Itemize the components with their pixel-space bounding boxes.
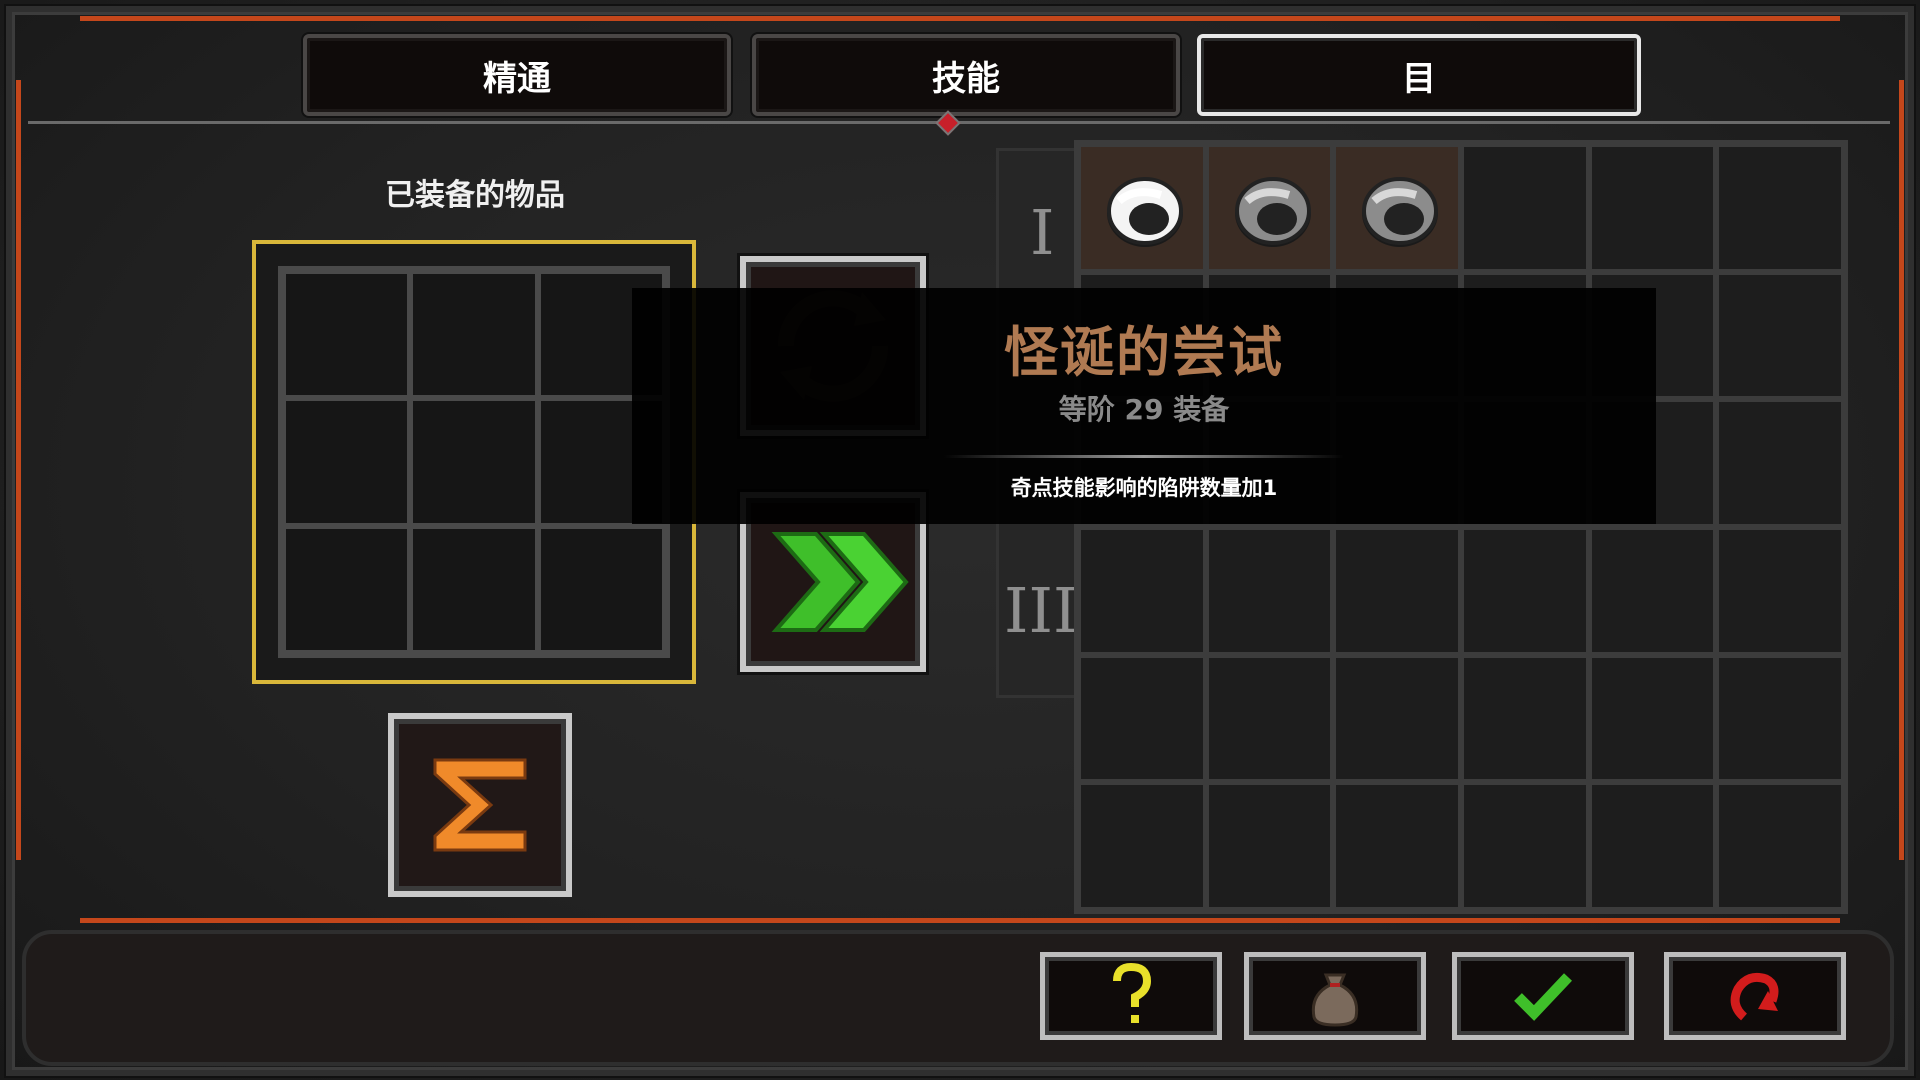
tooltip-description: 奇点技能影响的陷阱数量加1 <box>1010 476 1278 500</box>
inventory-slot[interactable] <box>1205 654 1334 783</box>
confirm-button[interactable] <box>1452 952 1634 1040</box>
tooltip-item-name: 怪诞的尝试 <box>1004 321 1284 384</box>
inventory-slot[interactable] <box>1205 782 1334 910</box>
equip-slot[interactable] <box>283 525 411 653</box>
inventory-slot[interactable] <box>1588 782 1717 910</box>
inventory-slot[interactable] <box>1716 399 1844 527</box>
inventory-slot[interactable] <box>1716 526 1844 655</box>
inventory-slot[interactable] <box>1460 654 1589 783</box>
tab-mastery[interactable]: 精通 <box>303 34 731 116</box>
top-accent-line <box>80 16 1840 21</box>
tab-items-label: 目 <box>1402 58 1436 99</box>
equipped-title: 已装备的物品 <box>385 178 565 213</box>
equipped-grid <box>278 266 670 658</box>
inventory-slot[interactable] <box>1078 526 1206 655</box>
inventory-slot[interactable] <box>1460 782 1589 910</box>
inventory-slot[interactable] <box>1588 654 1717 783</box>
inventory-slot[interactable] <box>1716 144 1844 272</box>
inventory-slot[interactable] <box>1716 654 1844 783</box>
equip-slot[interactable] <box>283 271 411 399</box>
inventory-slot[interactable] <box>1460 526 1589 655</box>
tab-skills-label: 技能 <box>932 58 1000 99</box>
bag-icon <box>1311 973 1359 1027</box>
inventory-slot[interactable] <box>1588 144 1717 272</box>
equip-slot[interactable] <box>283 398 411 526</box>
inventory-slot[interactable] <box>1205 526 1334 655</box>
inventory-slot[interactable] <box>1205 144 1334 272</box>
tab-skills[interactable]: 技能 <box>752 34 1180 116</box>
equip-slot[interactable] <box>410 398 538 526</box>
undo-arrow-icon <box>1730 972 1779 1021</box>
inventory-slot[interactable] <box>1716 782 1844 910</box>
question-icon <box>1113 962 1152 1023</box>
sum-button[interactable] <box>388 713 572 897</box>
undo-button[interactable] <box>1664 952 1846 1040</box>
inventory-slot[interactable] <box>1333 654 1461 783</box>
tier-label-1: I <box>1030 196 1055 269</box>
inventory-slot[interactable] <box>1333 144 1461 272</box>
inventory-slot[interactable] <box>1716 271 1844 400</box>
inventory-slot[interactable] <box>1078 144 1206 272</box>
ring-silver-icon <box>1234 177 1311 247</box>
tab-items[interactable]: 目 <box>1197 34 1641 116</box>
inventory-slot[interactable] <box>1460 144 1589 272</box>
inventory-slot[interactable] <box>1588 526 1717 655</box>
equip-slot[interactable] <box>410 525 538 653</box>
ring-white-icon <box>1107 177 1183 247</box>
checkmark-icon <box>1514 973 1572 1021</box>
inventory-slot[interactable] <box>1333 526 1461 655</box>
tooltip-divider <box>944 455 1344 458</box>
inventory-grid <box>1074 140 1848 914</box>
help-button[interactable] <box>1040 952 1222 1040</box>
bottom-accent-line <box>80 918 1840 923</box>
right-accent-line <box>1899 80 1904 860</box>
tab-mastery-label: 精通 <box>483 58 551 99</box>
equip-slot[interactable] <box>537 525 665 653</box>
item-tooltip: 怪诞的尝试 等阶 29 装备 奇点技能影响的陷阱数量加1 <box>632 288 1656 524</box>
ring-silver-icon <box>1362 177 1439 247</box>
left-accent-line <box>16 80 21 860</box>
tier-label-3: III <box>1004 574 1078 647</box>
inventory-slot[interactable] <box>1078 654 1206 783</box>
tooltip-item-tier: 等阶 29 装备 <box>1058 393 1230 426</box>
equip-slot[interactable] <box>410 271 538 399</box>
inventory-slot[interactable] <box>1333 782 1461 910</box>
sigma-icon <box>433 758 527 852</box>
loot-bag-button[interactable] <box>1244 952 1426 1040</box>
inventory-slot[interactable] <box>1078 782 1206 910</box>
